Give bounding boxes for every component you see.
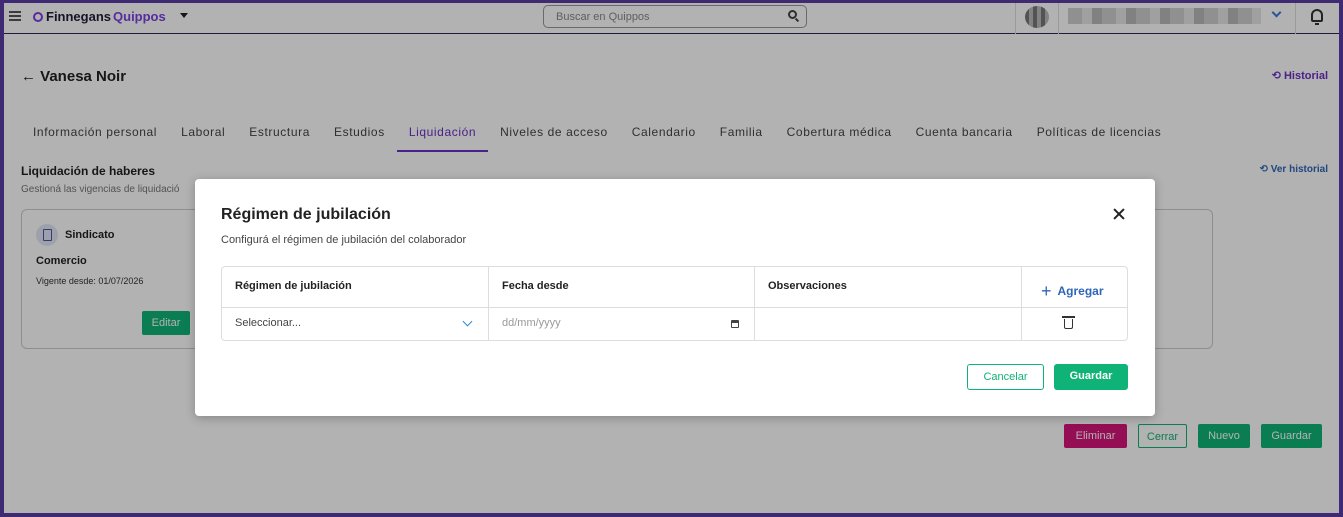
header-fecha-desde: Fecha desde <box>502 280 569 292</box>
regimen-table: Régimen de jubilación Fecha desde Observ… <box>221 266 1128 341</box>
header-divider <box>222 307 1127 308</box>
column-regimen <box>222 267 489 340</box>
add-button[interactable]: + Agregar <box>1041 279 1104 301</box>
close-icon[interactable] <box>1113 208 1125 220</box>
add-label: Agregar <box>1057 284 1104 298</box>
regimen-jubilacion-modal: Régimen de jubilación Configurá el régim… <box>195 179 1155 416</box>
plus-icon: + <box>1041 281 1052 301</box>
modal-subtitle: Configurá el régimen de jubilación del c… <box>221 234 467 246</box>
calendar-icon[interactable] <box>731 320 739 328</box>
header-observaciones: Observaciones <box>768 280 847 292</box>
observaciones-input[interactable] <box>768 317 1018 331</box>
regimen-select[interactable]: Seleccionar... <box>235 317 301 329</box>
modal-save-button[interactable]: Guardar <box>1054 364 1128 390</box>
header-regimen: Régimen de jubilación <box>235 280 352 292</box>
trash-icon[interactable] <box>1062 316 1075 329</box>
modal-title: Régimen de jubilación <box>221 206 391 223</box>
fecha-desde-input[interactable]: dd/mm/yyyy <box>502 317 561 329</box>
cancel-button[interactable]: Cancelar <box>967 364 1044 390</box>
column-fecha <box>489 267 755 340</box>
